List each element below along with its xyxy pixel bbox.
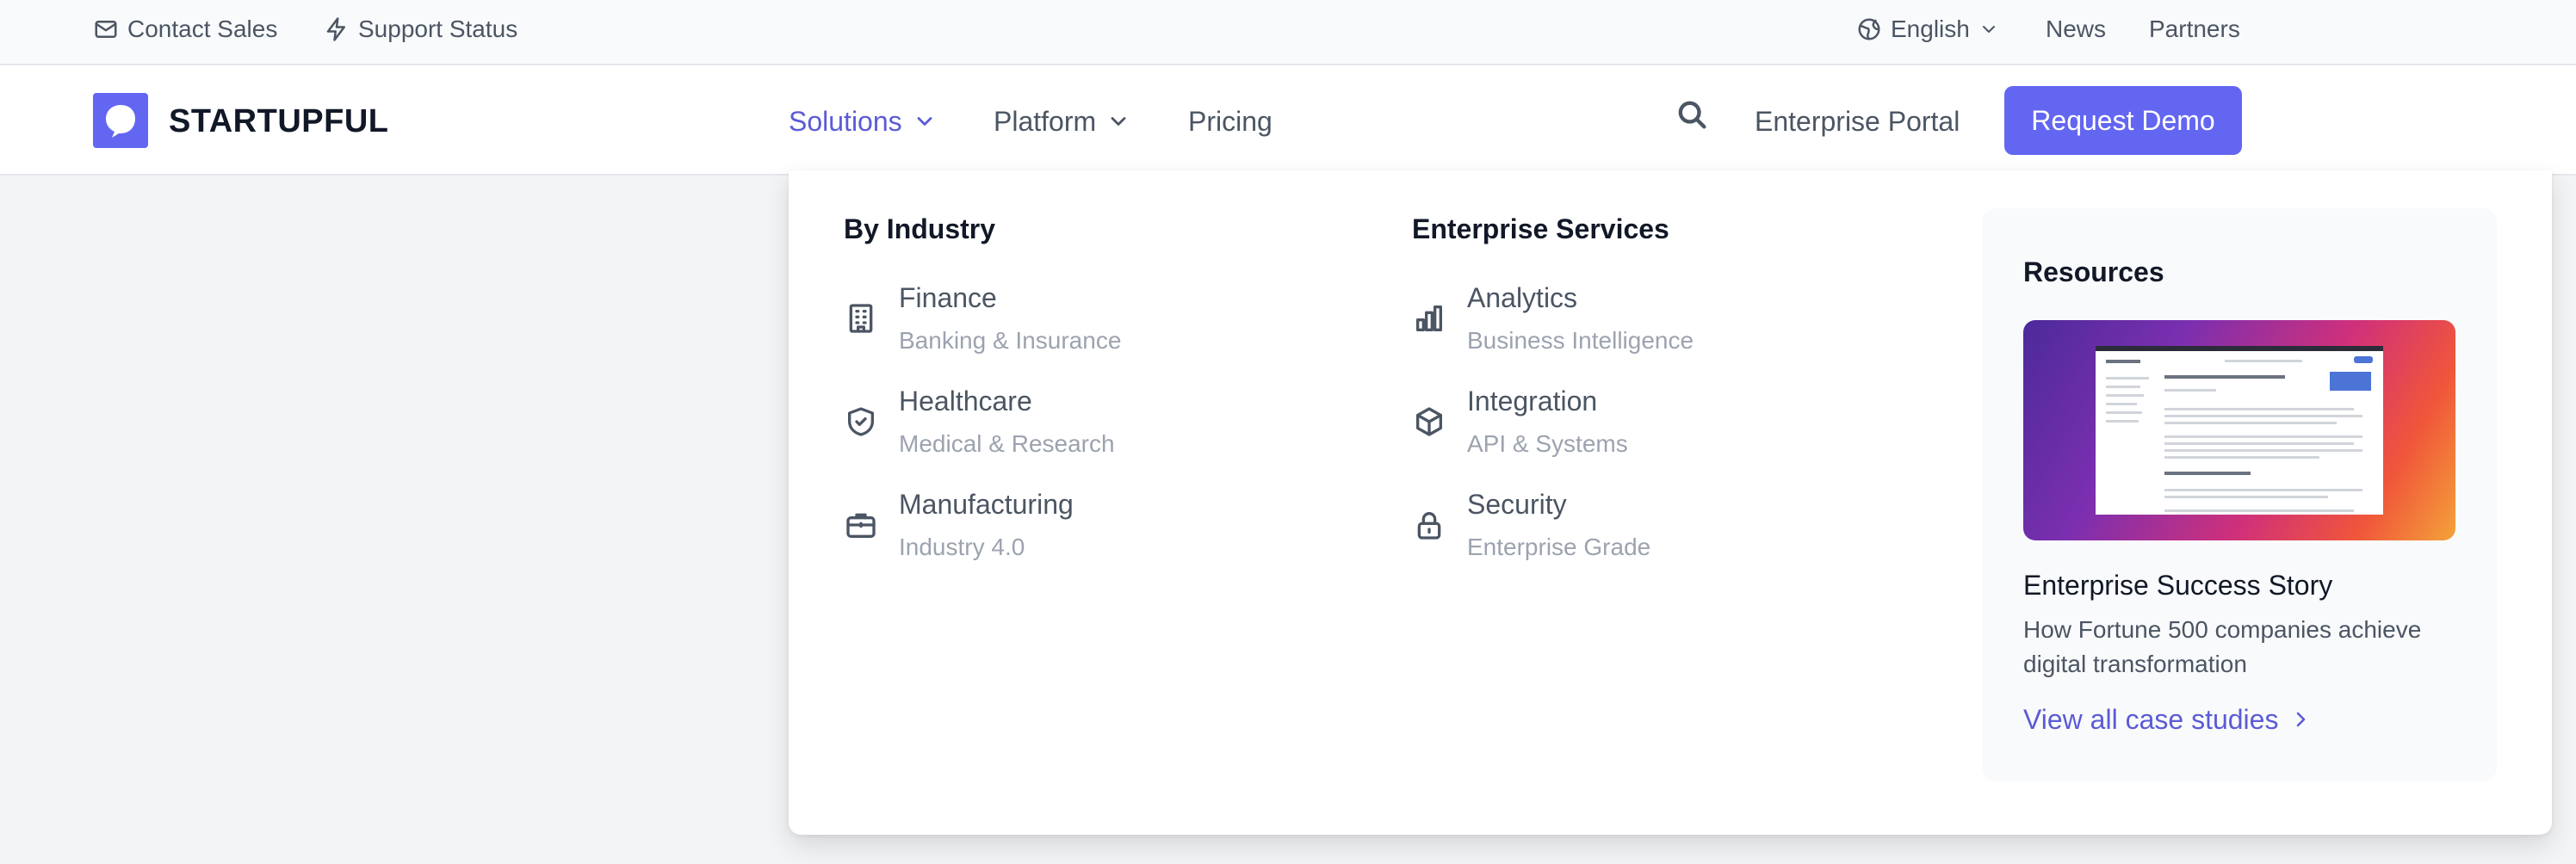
menu-item-title: Manufacturing <box>899 489 1074 520</box>
mail-icon <box>95 21 117 38</box>
menu-item-title: Healthcare <box>899 386 1032 417</box>
menu-item-integration[interactable]: Integration API & Systems <box>1412 386 1894 472</box>
menu-item-analytics[interactable]: Analytics Business Intelligence <box>1412 282 1894 368</box>
shield-check-icon <box>844 404 878 439</box>
nav-solutions-label: Solutions <box>789 105 902 137</box>
resources-card: Resources Enterprise Success Story How F… <box>1982 208 2497 781</box>
menu-item-finance[interactable]: Finance Banking & Insurance <box>844 282 1326 368</box>
cube-icon <box>1412 404 1446 439</box>
news-link[interactable]: News <box>2046 0 2106 59</box>
nav-solutions[interactable]: Solutions <box>789 96 937 146</box>
partners-label: Partners <box>2149 15 2240 42</box>
view-all-case-studies-link[interactable]: View all case studies <box>2023 700 2311 738</box>
lightning-icon <box>326 17 345 41</box>
nav-platform[interactable]: Platform <box>994 96 1130 146</box>
support-status-link[interactable]: Support Status <box>324 0 517 59</box>
menu-item-title: Analytics <box>1467 282 1578 313</box>
screenshot-preview <box>2096 346 2383 515</box>
chevron-right-icon <box>2297 712 2306 727</box>
brand-logo[interactable] <box>93 93 148 148</box>
search-button[interactable] <box>1675 98 1713 136</box>
contact-sales-link[interactable]: Contact Sales <box>93 0 277 59</box>
news-label: News <box>2046 15 2107 42</box>
menu-item-subtitle: Medical & Research <box>899 430 1115 457</box>
briefcase-icon <box>844 508 878 542</box>
utility-bar: Contact Sales Support Status English New… <box>0 0 2576 65</box>
lock-icon <box>1412 508 1446 542</box>
menu-item-title: Finance <box>899 282 997 313</box>
nav-platform-label: Platform <box>994 105 1097 137</box>
case-study-description: How Fortune 500 companies achieve digita… <box>2023 616 2422 677</box>
enterprise-services-heading: Enterprise Services <box>1412 213 1669 244</box>
menu-item-security[interactable]: Security Enterprise Grade <box>1412 489 1894 575</box>
nav-pricing[interactable]: Pricing <box>1188 96 1273 146</box>
chevron-down-icon <box>1111 117 1126 126</box>
bar-chart-icon <box>1412 301 1446 336</box>
enterprise-portal-link[interactable]: Enterprise Portal <box>1755 96 1960 146</box>
brand-name[interactable]: STARTUPFUL <box>169 96 389 146</box>
logo-icon <box>106 105 135 138</box>
menu-item-subtitle: API & Systems <box>1467 430 1628 457</box>
menu-item-title: Security <box>1467 489 1567 520</box>
request-demo-button[interactable]: Request Demo <box>2004 86 2242 155</box>
search-icon <box>1678 101 1706 129</box>
resources-heading: Resources <box>2023 256 2164 287</box>
language-label: English <box>1891 15 1970 42</box>
chevron-down-icon <box>1982 26 1995 33</box>
building-icon <box>844 301 878 336</box>
nav-pricing-label: Pricing <box>1188 105 1273 137</box>
menu-item-subtitle: Banking & Insurance <box>899 327 1122 354</box>
chevron-down-icon <box>917 117 932 126</box>
menu-item-subtitle: Enterprise Grade <box>1467 534 1651 560</box>
menu-item-subtitle: Industry 4.0 <box>899 534 1025 560</box>
contact-sales-label: Contact Sales <box>127 15 278 42</box>
menu-item-title: Integration <box>1467 386 1598 417</box>
case-study-title[interactable]: Enterprise Success Story <box>2023 570 2332 602</box>
language-selector[interactable]: English <box>1856 0 1999 59</box>
by-industry-heading: By Industry <box>844 213 996 244</box>
menu-item-manufacturing[interactable]: Manufacturing Industry 4.0 <box>844 489 1326 575</box>
menu-item-subtitle: Business Intelligence <box>1467 327 1694 354</box>
support-status-label: Support Status <box>358 15 518 42</box>
case-study-thumbnail[interactable] <box>2023 320 2455 540</box>
globe-icon <box>1858 18 1880 40</box>
view-all-label: View all case studies <box>2023 703 2279 735</box>
partners-link[interactable]: Partners <box>2149 0 2240 59</box>
menu-item-healthcare[interactable]: Healthcare Medical & Research <box>844 386 1326 472</box>
